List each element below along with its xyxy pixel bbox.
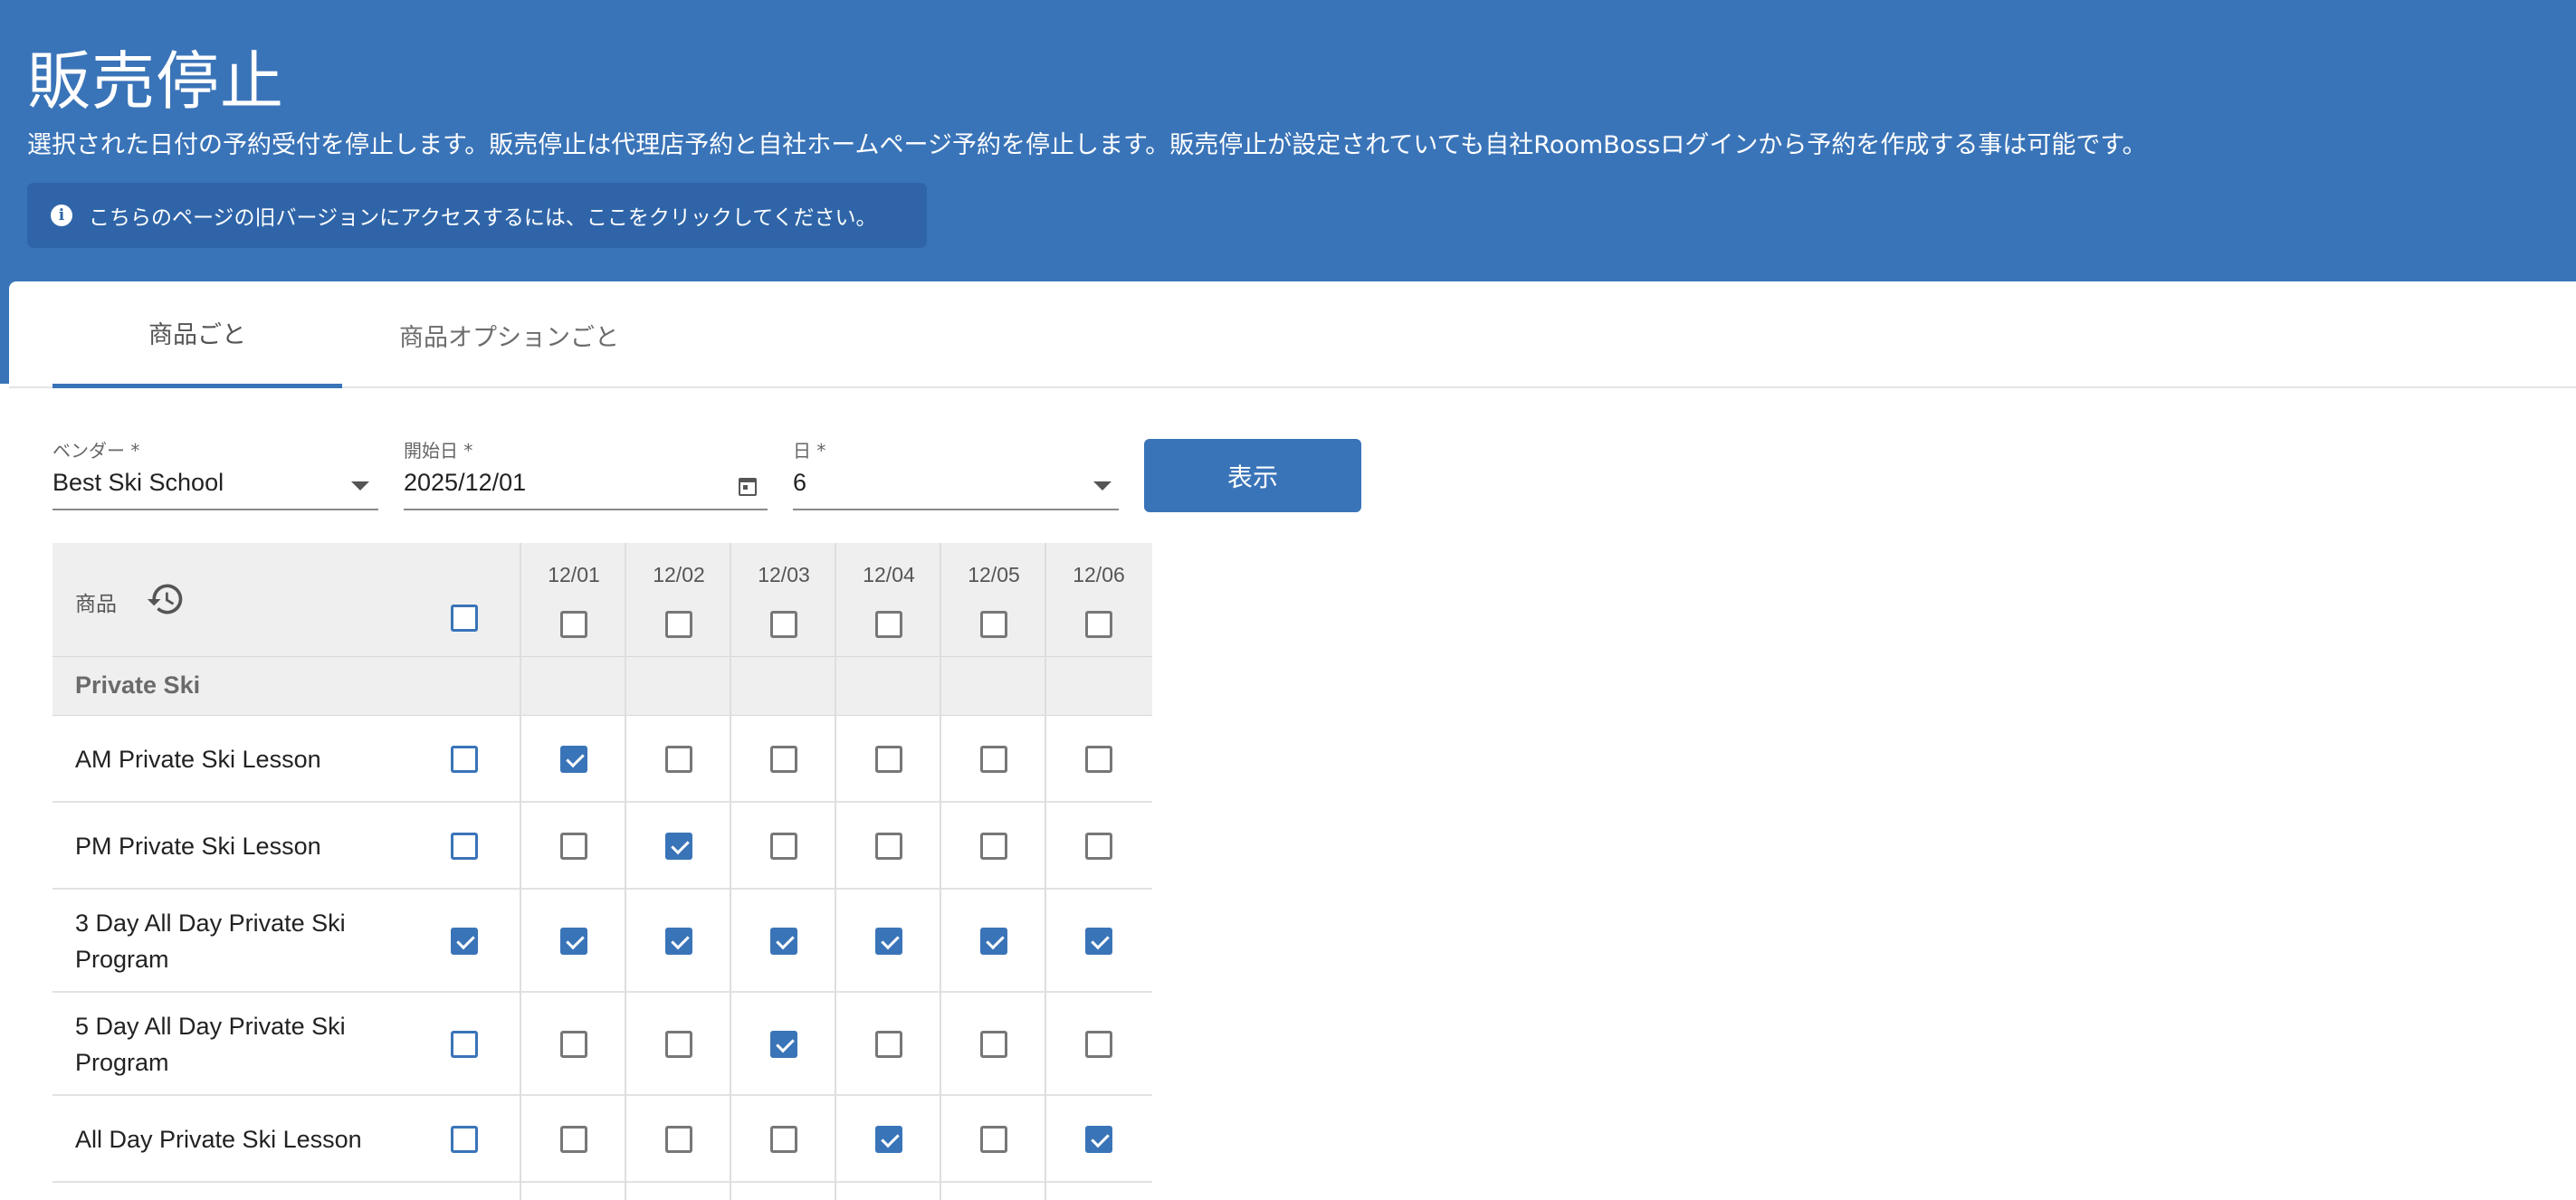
day-stop-sell-checkbox[interactable] [1085, 1126, 1112, 1153]
column-divider [835, 543, 836, 1200]
group-label: Private Ski [75, 671, 201, 699]
page-description: 選択された日付の予約受付を停止します。販売停止は代理店予約と自社ホームページ予約… [27, 131, 2147, 159]
day-stop-sell-checkbox[interactable] [665, 1126, 692, 1153]
date-column-header: 12/04 [863, 563, 915, 586]
day-stop-sell-checkbox[interactable] [875, 1031, 902, 1058]
day-stop-sell-checkbox[interactable] [980, 928, 1007, 955]
date-select-all-checkbox[interactable] [665, 611, 692, 638]
row-select-all-checkbox[interactable] [451, 1031, 478, 1058]
group-row: Private Ski [52, 657, 1152, 716]
day-stop-sell-checkbox[interactable] [875, 1126, 902, 1153]
product-name: 5 Day All Day Private Ski Program [75, 1013, 346, 1076]
day-stop-sell-checkbox[interactable] [560, 1126, 587, 1153]
chevron-down-icon [351, 481, 369, 490]
date-column-header: 12/01 [548, 563, 600, 586]
history-icon[interactable] [146, 579, 186, 619]
table-row: 3 Day All Day Private Ski Program [52, 890, 1152, 993]
select-all-checkbox[interactable] [451, 605, 478, 632]
days-select[interactable]: 日 * 6 [793, 436, 1119, 510]
start-date-underline [404, 509, 768, 510]
column-divider [625, 543, 626, 1200]
day-stop-sell-checkbox[interactable] [1085, 746, 1112, 773]
day-stop-sell-checkbox[interactable] [770, 928, 797, 955]
vendor-value: Best Ski School [52, 469, 224, 496]
chevron-down-icon [1093, 481, 1111, 490]
page-title: 販売停止 [27, 44, 284, 119]
calendar-icon[interactable] [739, 478, 757, 496]
table-header: 商品 12/01 12/02 12/03 12/04 12/05 12/06 [52, 543, 1152, 657]
date-column-header: 12/05 [968, 563, 1020, 586]
day-stop-sell-checkbox[interactable] [665, 1031, 692, 1058]
product-name: All Day Private Ski Lesson [75, 1126, 362, 1153]
show-button[interactable]: 表示 [1144, 439, 1361, 512]
day-stop-sell-checkbox[interactable] [665, 833, 692, 860]
stop-sell-table: 商品 12/01 12/02 12/03 12/04 12/05 12/06 Privat… [52, 543, 1152, 1200]
day-stop-sell-checkbox[interactable] [665, 928, 692, 955]
table-row: PM Private Ski Lesson [52, 803, 1152, 890]
days-value: 6 [793, 469, 807, 496]
table-row: AM Private Ski Lesson [52, 716, 1152, 803]
row-select-all-checkbox[interactable] [451, 928, 478, 955]
vendor-select[interactable]: ベンダー * Best Ski School [52, 436, 378, 510]
start-date-input[interactable]: 開始日 * 2025/12/01 [404, 436, 768, 510]
day-stop-sell-checkbox[interactable] [665, 746, 692, 773]
day-stop-sell-checkbox[interactable] [980, 1126, 1007, 1153]
table-row: 5 Day All Day Private Ski Program [52, 993, 1152, 1096]
start-date-label: 開始日 * [404, 440, 473, 462]
date-select-all-checkbox[interactable] [560, 611, 587, 638]
day-stop-sell-checkbox[interactable] [560, 746, 587, 773]
table-row [52, 1183, 1152, 1200]
day-stop-sell-checkbox[interactable] [560, 928, 587, 955]
product-column-header: 商品 [75, 593, 117, 616]
day-stop-sell-checkbox[interactable] [980, 746, 1007, 773]
date-column-header: 12/03 [758, 563, 810, 586]
tab-by-product-option[interactable]: 商品オプションごと [371, 281, 647, 388]
row-select-all-checkbox[interactable] [451, 833, 478, 860]
day-stop-sell-checkbox[interactable] [1085, 1031, 1112, 1058]
day-stop-sell-checkbox[interactable] [1085, 833, 1112, 860]
date-select-all-checkbox[interactable] [875, 611, 902, 638]
day-stop-sell-checkbox[interactable] [560, 1031, 587, 1058]
date-select-all-checkbox[interactable] [770, 611, 797, 638]
days-underline [793, 509, 1119, 510]
start-date-value: 2025/12/01 [404, 469, 527, 496]
vendor-label: ベンダー * [52, 440, 140, 462]
day-stop-sell-checkbox[interactable] [770, 1126, 797, 1153]
tab-by-product[interactable]: 商品ごと [52, 281, 342, 388]
days-label: 日 * [793, 440, 826, 462]
day-stop-sell-checkbox[interactable] [980, 833, 1007, 860]
day-stop-sell-checkbox[interactable] [770, 833, 797, 860]
table-row: All Day Private Ski Lesson [52, 1096, 1152, 1183]
column-divider [730, 543, 731, 1200]
day-stop-sell-checkbox[interactable] [560, 833, 587, 860]
product-name: 3 Day All Day Private Ski Program [75, 910, 346, 973]
row-select-all-checkbox[interactable] [451, 746, 478, 773]
column-divider [940, 543, 941, 1200]
day-stop-sell-checkbox[interactable] [875, 928, 902, 955]
product-name: PM Private Ski Lesson [75, 833, 321, 860]
date-select-all-checkbox[interactable] [1085, 611, 1112, 638]
column-divider [1045, 543, 1046, 1200]
date-select-all-checkbox[interactable] [980, 611, 1007, 638]
day-stop-sell-checkbox[interactable] [770, 1031, 797, 1058]
notice-text: こちらのページの旧バージョンにアクセスするには、ここをクリックしてください。 [89, 206, 877, 230]
tab-bar: 商品ごと 商品オプションごと [9, 281, 2576, 388]
old-version-notice[interactable]: i こちらのページの旧バージョンにアクセスするには、ここをクリックしてください。 [27, 183, 927, 248]
product-name: AM Private Ski Lesson [75, 746, 321, 773]
date-column-header: 12/06 [1073, 563, 1125, 586]
date-column-header: 12/02 [653, 563, 705, 586]
day-stop-sell-checkbox[interactable] [980, 1031, 1007, 1058]
row-select-all-checkbox[interactable] [451, 1126, 478, 1153]
info-icon: i [51, 205, 72, 226]
day-stop-sell-checkbox[interactable] [875, 833, 902, 860]
column-divider [520, 543, 521, 1200]
day-stop-sell-checkbox[interactable] [875, 746, 902, 773]
vendor-underline [52, 509, 378, 510]
day-stop-sell-checkbox[interactable] [1085, 928, 1112, 955]
day-stop-sell-checkbox[interactable] [770, 746, 797, 773]
